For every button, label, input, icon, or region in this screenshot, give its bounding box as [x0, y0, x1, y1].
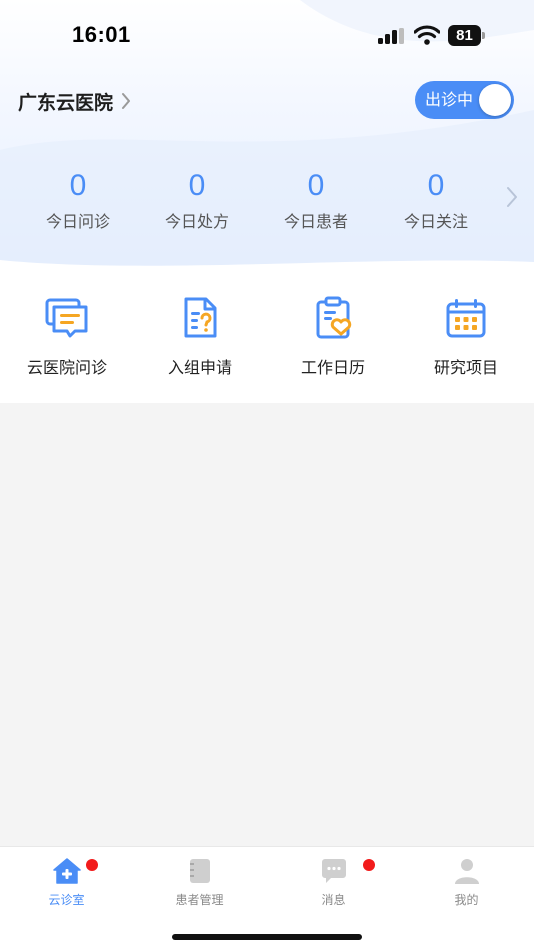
tab-badge-dot: [86, 859, 98, 871]
toggle-knob: [479, 84, 511, 116]
chevron-right-icon: [122, 93, 131, 109]
document-question-icon: [184, 297, 217, 338]
stat-value: 0: [427, 169, 445, 202]
clipboard-heart-icon: [316, 296, 352, 339]
action-enrollment-application[interactable]: 入组申请: [135, 296, 265, 378]
home-plus-icon: [52, 858, 81, 884]
action-label: 研究项目: [433, 358, 498, 377]
stat-label: 今日处方: [164, 212, 229, 231]
tab-me[interactable]: 我的: [400, 857, 533, 908]
tab-patient-management[interactable]: 患者管理: [133, 857, 266, 908]
stats-more-chevron-icon[interactable]: [506, 186, 518, 208]
notebook-icon: [189, 859, 210, 883]
battery-icon: 81: [448, 25, 486, 46]
hospital-name: 广东云医院: [18, 91, 114, 114]
action-label: 入组申请: [167, 358, 232, 377]
battery-level: 81: [448, 25, 481, 46]
action-label: 云医院问诊: [26, 358, 107, 377]
stat-label: 今日患者: [283, 212, 348, 231]
stat-value: 0: [69, 169, 87, 202]
tab-label: 患者管理: [175, 893, 224, 907]
tab-messages[interactable]: 消息: [267, 857, 400, 908]
action-research-projects[interactable]: 研究项目: [401, 296, 531, 378]
battery-tip: [482, 32, 485, 39]
home-indicator: [172, 934, 362, 940]
stat-today-prescriptions[interactable]: 0 今日处方: [137, 168, 257, 232]
status-bar: 16:01 81: [0, 0, 534, 72]
action-cloud-consultation[interactable]: 云医院问诊: [2, 296, 132, 378]
quick-actions: 云医院问诊 入组申请 工作日历 研究项目: [0, 268, 534, 403]
on-duty-toggle-label: 出诊中: [425, 90, 474, 109]
tab-label: 云诊室: [48, 893, 85, 907]
on-duty-toggle[interactable]: 出诊中: [415, 81, 514, 119]
stat-value: 0: [307, 169, 325, 202]
today-stats: 0 今日问诊 0 今日处方 0 今日患者 0 今日关注: [18, 168, 498, 242]
stat-value: 0: [188, 169, 206, 202]
tab-cloud-clinic[interactable]: 云诊室: [0, 857, 133, 908]
stat-today-patients[interactable]: 0 今日患者: [256, 168, 376, 232]
action-work-calendar[interactable]: 工作日历: [268, 296, 398, 378]
stat-today-follows[interactable]: 0 今日关注: [376, 168, 496, 232]
tab-label: 消息: [321, 893, 346, 907]
status-time: 16:01: [72, 22, 131, 47]
stat-today-consultations[interactable]: 0 今日问诊: [18, 168, 138, 232]
chat-bubbles-icon: [45, 298, 88, 338]
hospital-selector[interactable]: 广东云医院: [18, 86, 131, 116]
cellular-signal-icon: [378, 28, 404, 44]
tab-label: 我的: [454, 893, 479, 907]
tab-badge-dot: [363, 859, 375, 871]
wifi-icon: [414, 25, 440, 45]
calendar-icon: [446, 299, 486, 338]
user-icon: [454, 859, 479, 884]
stat-label: 今日问诊: [45, 212, 110, 231]
action-label: 工作日历: [300, 358, 365, 377]
message-icon: [321, 859, 346, 883]
stat-label: 今日关注: [403, 212, 468, 231]
